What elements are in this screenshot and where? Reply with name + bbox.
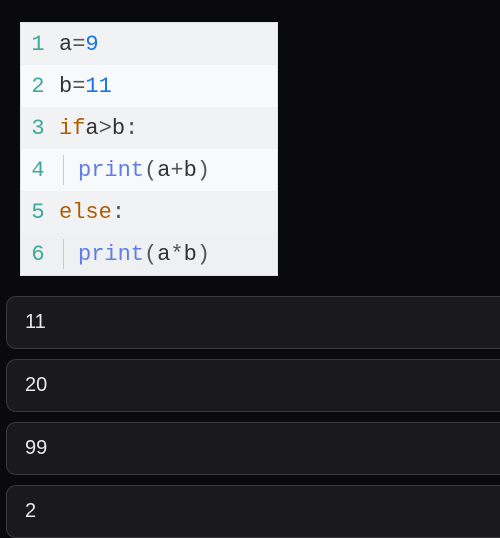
code-line-5: 5 else: xyxy=(21,191,277,233)
code-line-4: 4 print(a+b) xyxy=(21,149,277,191)
indent-guide-icon xyxy=(63,155,64,185)
code-line-1: 1 a=9 xyxy=(21,23,277,65)
answer-list: 11 20 99 2 xyxy=(6,296,500,538)
code-content: else: xyxy=(55,200,125,225)
answer-option-4[interactable]: 2 xyxy=(6,485,500,538)
code-content: b=11 xyxy=(55,74,112,99)
line-number: 3 xyxy=(21,116,55,141)
line-number: 2 xyxy=(21,74,55,99)
code-line-2: 2 b=11 xyxy=(21,65,277,107)
code-content: print(a*b) xyxy=(55,239,210,269)
code-content: a=9 xyxy=(55,32,99,57)
line-number: 5 xyxy=(21,200,55,225)
answer-option-1[interactable]: 11 xyxy=(6,296,500,349)
indent-guide-icon xyxy=(63,239,64,269)
line-number: 1 xyxy=(21,32,55,57)
line-number: 4 xyxy=(21,158,55,183)
answer-option-3[interactable]: 99 xyxy=(6,422,500,475)
code-line-3: 3 if a>b: xyxy=(21,107,277,149)
code-line-6: 6 print(a*b) xyxy=(21,233,277,275)
code-block: 1 a=9 2 b=11 3 if a>b: 4 print(a+b) 5 el… xyxy=(20,22,278,276)
code-content: if a>b: xyxy=(55,116,138,141)
code-content: print(a+b) xyxy=(55,155,210,185)
answer-option-2[interactable]: 20 xyxy=(6,359,500,412)
line-number: 6 xyxy=(21,242,55,267)
